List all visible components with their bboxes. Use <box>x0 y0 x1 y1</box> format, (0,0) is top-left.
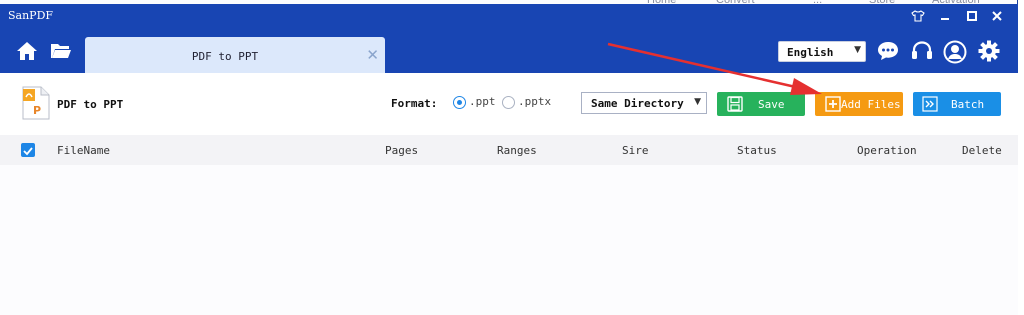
add-files-button-label: Add Files <box>841 98 901 111</box>
tab-label: PDF to PPT <box>191 50 259 63</box>
file-list-area[interactable] <box>0 165 1018 315</box>
pdf-file-icon: P <box>22 86 50 120</box>
column-status: Status <box>737 144 777 157</box>
column-size: Sire <box>622 144 649 157</box>
annotation-arrow <box>607 42 822 95</box>
column-delete: Delete <box>962 144 1002 157</box>
format-ppt-radio[interactable] <box>453 96 466 109</box>
sanpdf-window: Home Convert ... Store Activation SanPDF… <box>0 0 1018 315</box>
batch-icon <box>922 96 938 112</box>
minimize-icon[interactable] <box>935 7 955 25</box>
chat-icon[interactable] <box>877 41 899 61</box>
checkbox-icon <box>23 147 33 156</box>
home-icon[interactable] <box>16 41 38 65</box>
user-icon[interactable] <box>943 40 967 64</box>
background-window-strip <box>1018 0 1024 315</box>
select-all-checkbox[interactable] <box>21 143 35 157</box>
column-operation: Operation <box>857 144 917 157</box>
maximize-icon[interactable] <box>962 7 982 25</box>
format-ppt-label[interactable]: .ppt <box>469 95 496 108</box>
file-table-header: FileName Pages Ranges Sire Status Operat… <box>0 135 1018 165</box>
gear-icon[interactable] <box>978 40 1000 62</box>
page-title: PDF to PPT <box>57 98 124 111</box>
chevron-down-icon: ▼ <box>854 45 861 55</box>
title-bar[interactable]: SanPDF <box>0 4 1018 28</box>
column-filename: FileName <box>57 144 110 157</box>
tab-close-icon[interactable]: ✕ <box>366 46 379 64</box>
app-title: SanPDF <box>8 9 54 22</box>
svg-text:P: P <box>33 104 41 117</box>
folder-icon[interactable] <box>50 42 72 64</box>
tab-pdf-to-ppt[interactable]: PDF to PPT ✕ <box>85 37 385 73</box>
headset-icon[interactable] <box>911 41 933 61</box>
format-pptx-label[interactable]: .pptx <box>518 95 551 108</box>
column-ranges: Ranges <box>497 144 537 157</box>
format-pptx-radio[interactable] <box>502 96 515 109</box>
shirt-icon[interactable] <box>908 7 928 25</box>
format-label: Format: <box>391 97 438 110</box>
batch-button[interactable]: Batch <box>913 92 1001 116</box>
batch-button-label: Batch <box>951 98 985 111</box>
close-icon[interactable] <box>987 7 1007 25</box>
column-pages: Pages <box>385 144 419 157</box>
